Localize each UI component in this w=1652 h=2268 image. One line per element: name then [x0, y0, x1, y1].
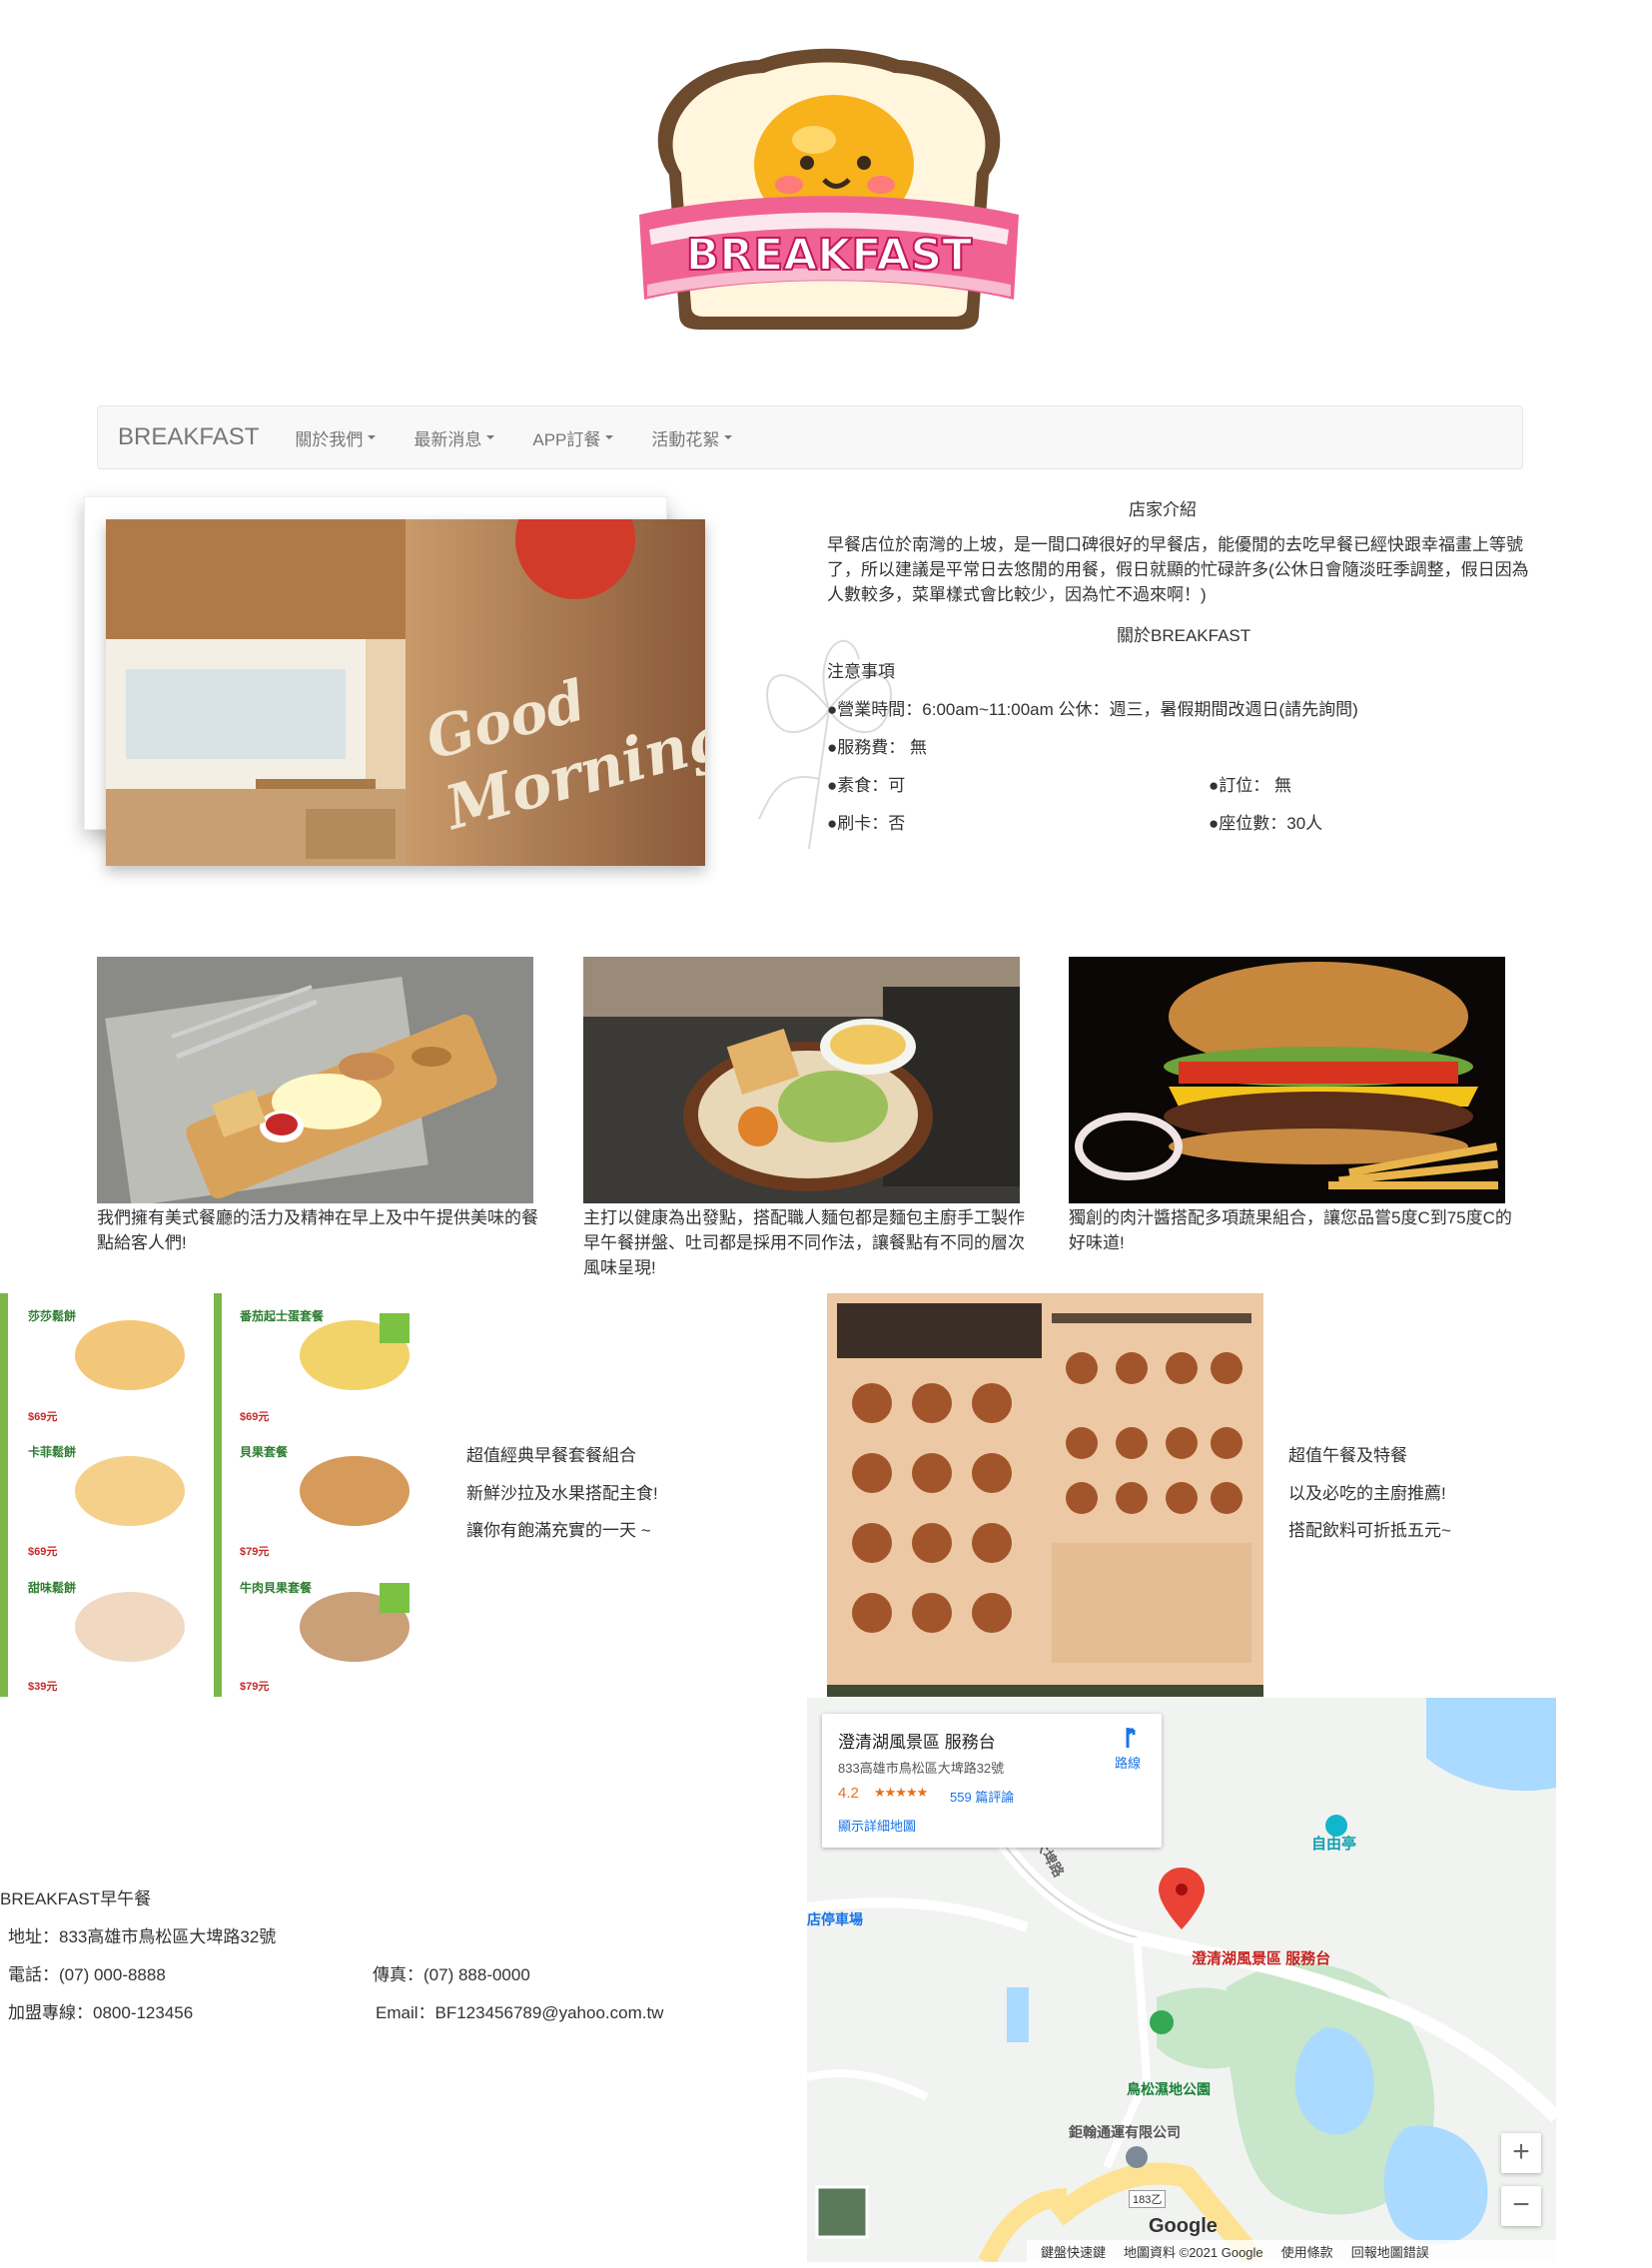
- map-place-address: 833高雄市鳥松區大埤路32號: [838, 1761, 1005, 1776]
- directions-icon: [1126, 1728, 1136, 1748]
- nav-events[interactable]: 活動花絮: [651, 425, 733, 450]
- zoom-out-button[interactable]: −: [1501, 2186, 1541, 2226]
- business-hours: ●營業時間：6:00am~11:00am 公休：週三，暑假期間改週日(請先詢問): [827, 700, 1358, 719]
- shop-intro-body: 早餐店位於南灣的上坡，是一間口碑很好的早餐店，能優閒的去吃早餐已經快跟幸福畫上等…: [827, 535, 1529, 604]
- caret-down-icon: [724, 435, 733, 439]
- nav-app-order[interactable]: APP訂餐: [532, 425, 614, 450]
- breakfast-menu-line-2: 新鮮沙拉及水果搭配主食!: [466, 1484, 658, 1503]
- map-report-error-link[interactable]: 回報地圖錯誤: [1351, 2242, 1429, 2261]
- breakfast-menu-image: 莎莎鬆餅 $69元 番茄起士蛋套餐 $69元 卡菲鬆餅 $69元 貝果套餐 $7…: [0, 1293, 436, 1697]
- lunch-menu-line-1: 超值午餐及特餐: [1288, 1446, 1407, 1465]
- food-photo-platter: [97, 957, 533, 1203]
- nav-events-label: 活動花絮: [651, 429, 720, 449]
- breakfast-menu-line-1: 超值經典早餐套餐組合: [466, 1446, 636, 1465]
- map-place-name: 澄清湖風景區 服務台: [838, 1733, 996, 1752]
- menu-item-1-price: $69元: [28, 1411, 58, 1423]
- directions-label: 路線: [1114, 1756, 1141, 1771]
- map-place-rating: 4.2: [838, 1785, 859, 1802]
- nav-about-label: 關於我們: [295, 429, 364, 449]
- navbar: BREAKFAST 關於我們 最新消息 APP訂餐 活動花絮: [97, 405, 1523, 469]
- lunch-menu-line-3: 搭配飲料可折抵五元~: [1288, 1521, 1451, 1540]
- map-footer: 鍵盤快速鍵 地圖資料 ©2021 Google 使用條款 回報地圖錯誤: [1027, 2240, 1556, 2262]
- map-label-pavilion[interactable]: 自由亭: [1311, 1833, 1356, 1854]
- footer-franchise-line: 加盟專線：0800-123456: [8, 2003, 194, 2022]
- map-data-credit: 地圖資料 ©2021 Google: [1124, 2244, 1263, 2260]
- directions-button[interactable]: 路線: [1110, 1726, 1146, 1772]
- map-route-shield: 183乙: [1129, 2190, 1167, 2208]
- footer-address: 地址：833高雄市鳥松區大埤路32號: [8, 1927, 277, 1946]
- caret-down-icon: [486, 435, 495, 439]
- food-caption-3: 獨創的肉汁醬搭配多項蔬果組合，讓您品嘗5度C到75度C的好味道!: [1069, 1208, 1512, 1252]
- map-reviews-link[interactable]: 559 篇評論: [950, 1787, 1014, 1806]
- map-terms-link[interactable]: 使用條款: [1281, 2242, 1333, 2261]
- vegetarian-info: ●素食：可: [827, 776, 906, 795]
- food-caption-2: 主打以健康為出發點，搭配職人麵包都是麵包主廚手工製作 早午餐拼盤、吐司都是採用不…: [583, 1208, 1025, 1277]
- card-payment-info: ●刷卡：否: [827, 814, 906, 833]
- shop-intro-title: 店家介紹: [1129, 500, 1197, 519]
- menu-item-3-price: $69元: [28, 1546, 58, 1558]
- map-label-park[interactable]: 鳥松濕地公園: [1127, 2079, 1211, 2099]
- menu-item-6-price: $79元: [240, 1681, 270, 1693]
- service-fee: ●服務費： 無: [827, 738, 927, 757]
- nav-news-label: 最新消息: [413, 429, 482, 449]
- zoom-in-button[interactable]: +: [1501, 2133, 1541, 2173]
- map-pin-label[interactable]: 澄清湖風景區 服務台: [1192, 1947, 1330, 1968]
- restaurant-photo: Good Morning: [106, 519, 705, 866]
- food-photo-brunch: [583, 957, 1020, 1203]
- map-keyboard-shortcuts[interactable]: 鍵盤快速鍵: [1041, 2242, 1106, 2261]
- google-logo: Google: [1149, 2215, 1218, 2237]
- caret-down-icon: [605, 435, 614, 439]
- caret-down-icon: [368, 435, 377, 439]
- menu-item-5-name: 甜味鬆餅: [28, 1581, 77, 1595]
- menu-item-5-price: $39元: [28, 1681, 58, 1693]
- about-title: 關於BREAKFAST: [1117, 626, 1251, 645]
- menu-item-2-price: $69元: [240, 1411, 270, 1423]
- reservation-info: ●訂位： 無: [1209, 776, 1291, 795]
- navbar-brand[interactable]: BREAKFAST: [118, 423, 259, 451]
- menu-item-4-name: 貝果套餐: [240, 1445, 289, 1459]
- notes-title: 注意事項: [827, 662, 895, 681]
- footer-phone: 電話：(07) 000-8888: [8, 1965, 166, 1984]
- footer-email: Email：BF123456789@yahoo.com.tw: [376, 2003, 664, 2022]
- nav-app-order-label: APP訂餐: [532, 429, 601, 449]
- menu-item-6-name: 牛肉貝果套餐: [240, 1581, 313, 1595]
- menu-item-2-name: 番茄起士蛋套餐: [240, 1309, 325, 1323]
- map-label-company[interactable]: 鉅翰通運有限公司: [1069, 2122, 1181, 2142]
- map-place-card: 澄清湖風景區 服務台 833高雄市鳥松區大埤路32號 4.2 ★★★★★ 559…: [822, 1714, 1162, 1848]
- lunch-menu-image: [827, 1293, 1263, 1697]
- rating-stars-icon: ★★★★★: [874, 1785, 928, 1800]
- menu-item-1-name: 莎莎鬆餅: [28, 1309, 77, 1323]
- footer-store-name: BREAKFAST早午餐: [0, 1890, 152, 1908]
- nav-news[interactable]: 最新消息: [413, 425, 495, 450]
- breakfast-logo: BREAKFAST: [629, 45, 1029, 340]
- lunch-menu-line-2: 以及必吃的主廚推薦!: [1288, 1484, 1446, 1503]
- view-larger-map-link[interactable]: 顯示詳細地圖: [838, 1816, 916, 1835]
- footer-fax: 傳真：(07) 888-0000: [373, 1965, 530, 1984]
- breakfast-menu-line-3: 讓你有飽滿充實的一天 ~: [466, 1521, 651, 1540]
- nav-about[interactable]: 關於我們: [295, 425, 377, 450]
- menu-item-3-name: 卡菲鬆餅: [28, 1445, 77, 1459]
- logo-text: BREAKFAST: [686, 230, 972, 281]
- food-caption-1: 我們擁有美式餐廳的活力及精神在早上及中午提供美味的餐點給客人們!: [97, 1208, 538, 1252]
- map-label-parking[interactable]: 店停車場: [807, 1909, 863, 1929]
- seat-count: ●座位數：30人: [1209, 814, 1323, 833]
- menu-item-4-price: $79元: [240, 1546, 270, 1558]
- food-photo-burger: [1069, 957, 1505, 1203]
